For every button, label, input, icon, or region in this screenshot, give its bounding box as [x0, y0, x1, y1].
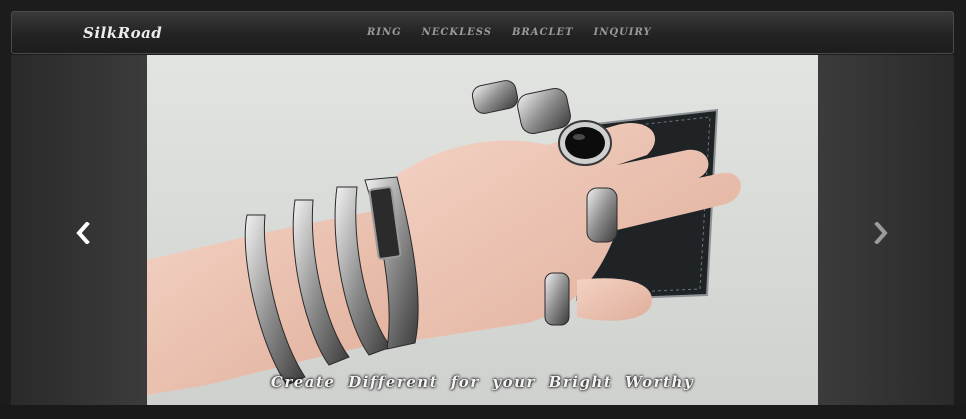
nav-menu: RING NECKLESS BRACLET INQUIRY	[367, 27, 652, 38]
carousel-caption: Create Different for your Bright Worthy	[270, 373, 695, 391]
page-bottom-edge	[0, 405, 966, 419]
image-carousel: Create Different for your Bright Worthy	[11, 55, 954, 405]
carousel-next-button[interactable]	[869, 218, 893, 248]
nav-link-inquiry[interactable]: INQUIRY	[594, 27, 652, 38]
nav-link-braclet[interactable]: BRACLET	[512, 27, 574, 38]
chevron-left-icon	[76, 222, 90, 244]
chevron-right-icon	[874, 222, 888, 244]
nav-link-ring[interactable]: RING	[367, 27, 402, 38]
brand-logo[interactable]: SilkRoad	[83, 24, 162, 42]
slide-photo	[147, 55, 818, 405]
carousel-slide: Create Different for your Bright Worthy	[147, 55, 818, 405]
nav-link-neckless[interactable]: NECKLESS	[422, 27, 492, 38]
navbar: SilkRoad RING NECKLESS BRACLET INQUIRY	[11, 11, 954, 54]
carousel-prev-button[interactable]	[71, 218, 95, 248]
